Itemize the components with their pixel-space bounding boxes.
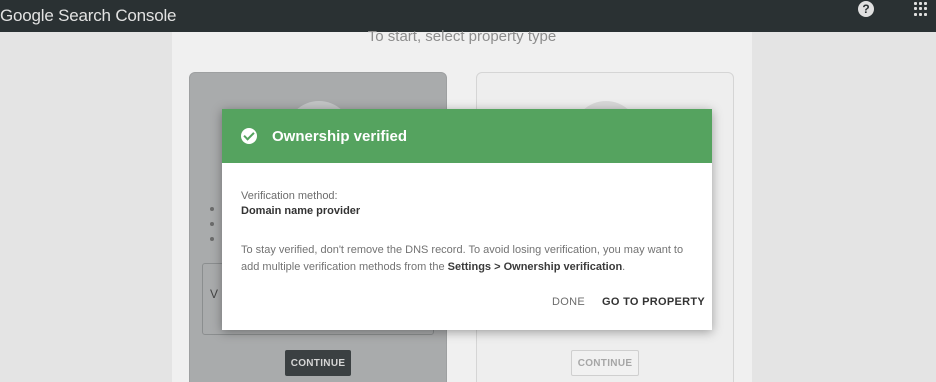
apps-grid-icon[interactable] <box>914 2 928 16</box>
verification-method-value: Domain name provider <box>241 205 361 217</box>
domain-option-bullets <box>210 207 214 252</box>
check-circle-icon <box>241 128 257 144</box>
dialog-title: Ownership verified <box>272 127 408 145</box>
continue-button-url-prefix[interactable]: CONTINUE <box>571 350 639 376</box>
continue-button-domain[interactable]: CONTINUE <box>285 350 351 376</box>
dialog-body: Verification method: Domain name provide… <box>222 163 712 276</box>
verification-method-label: Verification method: <box>241 190 338 202</box>
go-to-property-button[interactable]: GO TO PROPERTY <box>602 296 705 308</box>
dialog-actions: DONE GO TO PROPERTY <box>222 296 712 312</box>
help-icon[interactable]: ? <box>858 1 874 17</box>
settings-path: Settings > Ownership verification <box>447 261 623 273</box>
app-brand[interactable]: Google Search Console <box>0 6 177 26</box>
done-button[interactable]: DONE <box>552 296 585 308</box>
domain-input-text: V <box>210 287 219 301</box>
ownership-verified-dialog: Ownership verified Verification method: … <box>222 109 712 330</box>
select-property-prompt: To start, select property type <box>367 28 557 45</box>
verification-note: To stay verified, don't remove the DNS r… <box>241 242 701 276</box>
verification-note-end: . <box>622 261 626 273</box>
dialog-header: Ownership verified <box>222 109 712 163</box>
